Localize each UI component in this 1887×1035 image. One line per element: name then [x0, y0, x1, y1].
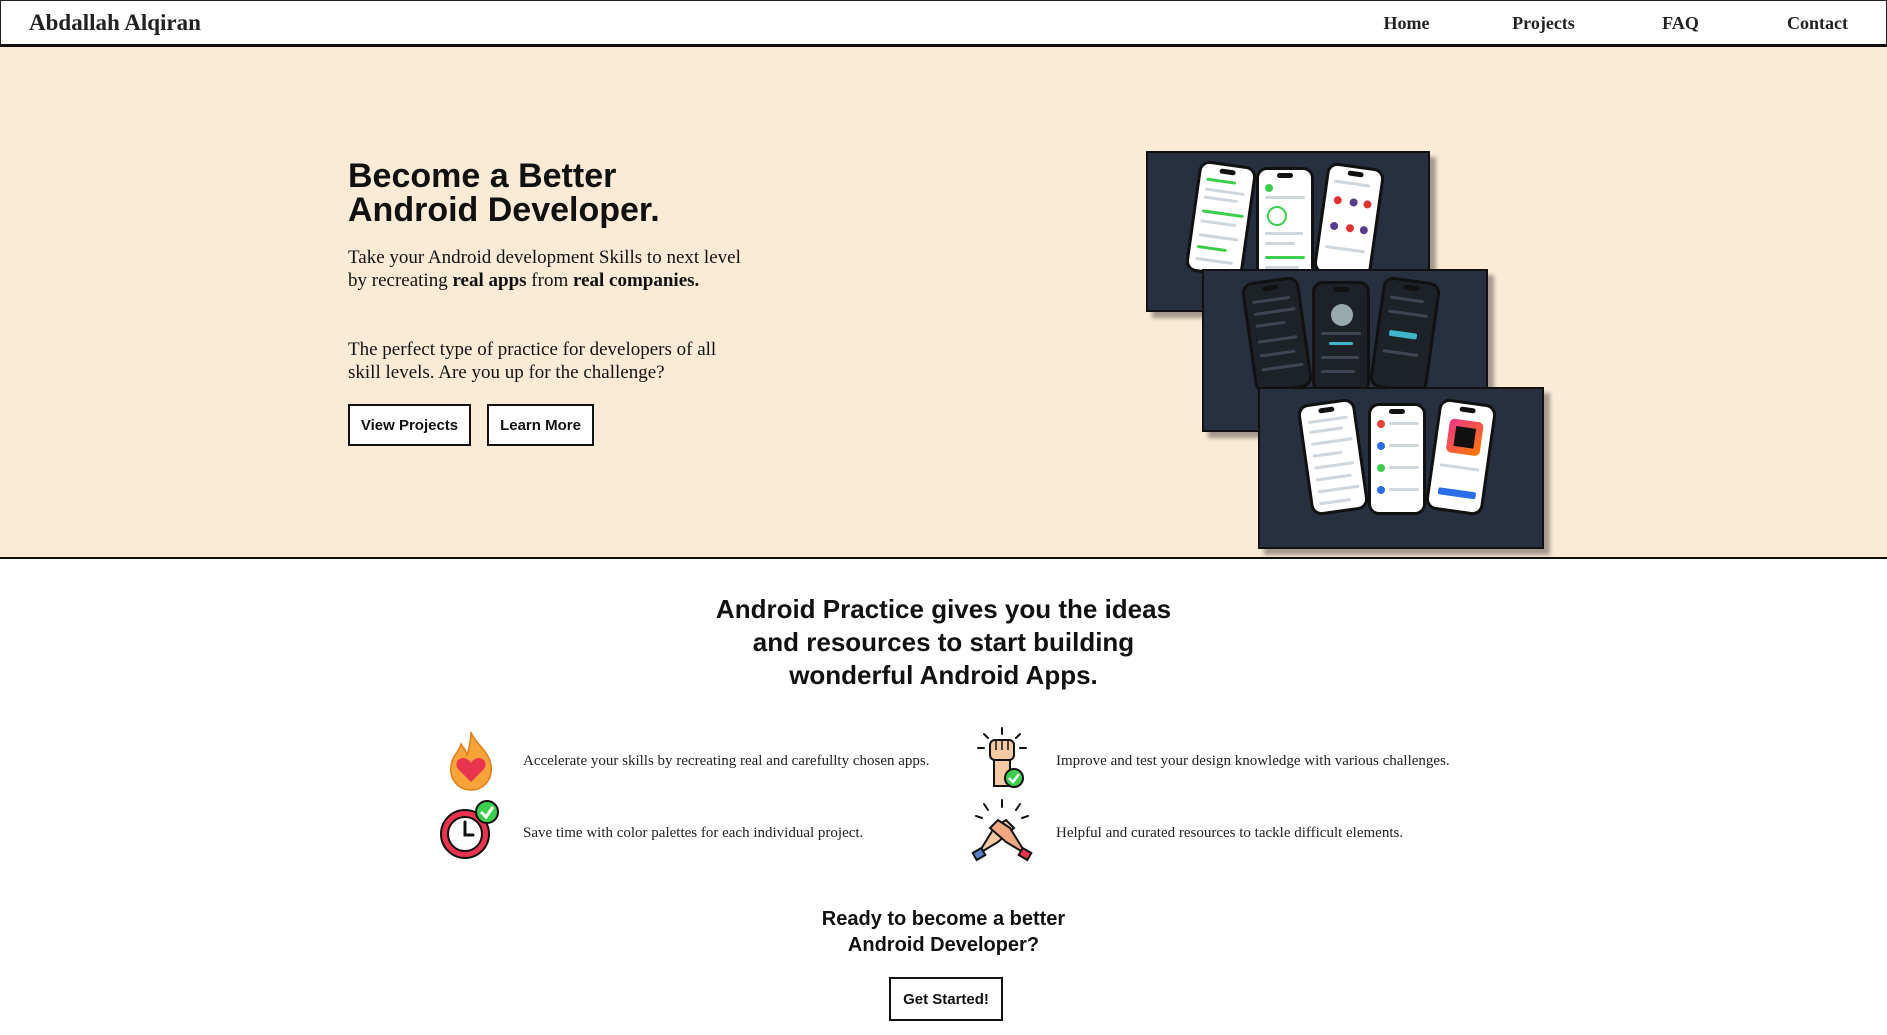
features-title: Android Practice gives you the ideas and…	[0, 593, 1887, 692]
hero-section: Become a Better Android Developer. Take …	[0, 47, 1887, 559]
brand-name[interactable]: Abdallah Alqiran	[29, 10, 201, 36]
nav-link-projects[interactable]: Projects	[1475, 1, 1612, 45]
feature-text: Accelerate your skills by recreating rea…	[523, 753, 930, 769]
feature-text: Improve and test your design knowledge w…	[1056, 753, 1450, 769]
phone-mockup	[1296, 397, 1370, 517]
hero-title: Become a Better Android Developer.	[348, 159, 660, 227]
handshake-icon	[971, 799, 1033, 862]
features-title-line2: and resources to start building	[752, 627, 1135, 657]
hero-desc-text-c: from	[526, 270, 573, 291]
hero-title-line1: Become a Better	[348, 157, 617, 195]
phone-mockup	[1424, 397, 1498, 517]
top-navbar: Abdallah Alqiran Home Projects FAQ Conta…	[0, 0, 1887, 47]
feature-text: Helpful and curated resources to tackle …	[1056, 825, 1404, 841]
phone-mockup	[1184, 159, 1258, 279]
fire-heart-icon	[450, 731, 492, 791]
hero-description: Take your Android development Skills to …	[348, 246, 748, 292]
view-projects-button[interactable]: View Projects	[348, 404, 471, 446]
features-title-line3: wonderful Android Apps.	[789, 660, 1098, 690]
hero-challenge-text: The perfect type of practice for develop…	[348, 339, 717, 383]
raised-fist-icon	[977, 727, 1027, 788]
phone-mockup	[1256, 167, 1314, 279]
phone-mockup	[1312, 161, 1386, 281]
hero-title-line2: Android Developer.	[348, 191, 660, 229]
clock-check-icon	[440, 800, 499, 859]
learn-more-button[interactable]: Learn More	[487, 404, 594, 446]
phone-mockup	[1368, 403, 1426, 515]
hero-desc-bold-real-apps: real apps	[452, 270, 527, 291]
phone-mockup	[1240, 275, 1314, 395]
cta-title-line2: Android Developer?	[847, 934, 1040, 956]
app-showcase-panel-3	[1258, 387, 1544, 549]
feature-text: Save time with color palettes for each i…	[523, 825, 864, 841]
nav-link-home[interactable]: Home	[1338, 1, 1475, 45]
phone-mockup	[1368, 275, 1442, 395]
phone-mockup	[1312, 281, 1370, 393]
get-started-button[interactable]: Get Started!	[889, 977, 1003, 1021]
nav-link-faq[interactable]: FAQ	[1612, 1, 1749, 45]
cta-title: Ready to become a better Android Develop…	[0, 906, 1887, 958]
cta-title-line1: Ready to become a better	[821, 908, 1066, 930]
nav-link-contact[interactable]: Contact	[1749, 1, 1886, 45]
nav-links: Home Projects FAQ Contact	[1338, 1, 1886, 45]
features-title-line1: Android Practice gives you the ideas	[715, 594, 1172, 624]
hero-desc-bold-real-companies: real companies.	[572, 270, 700, 291]
